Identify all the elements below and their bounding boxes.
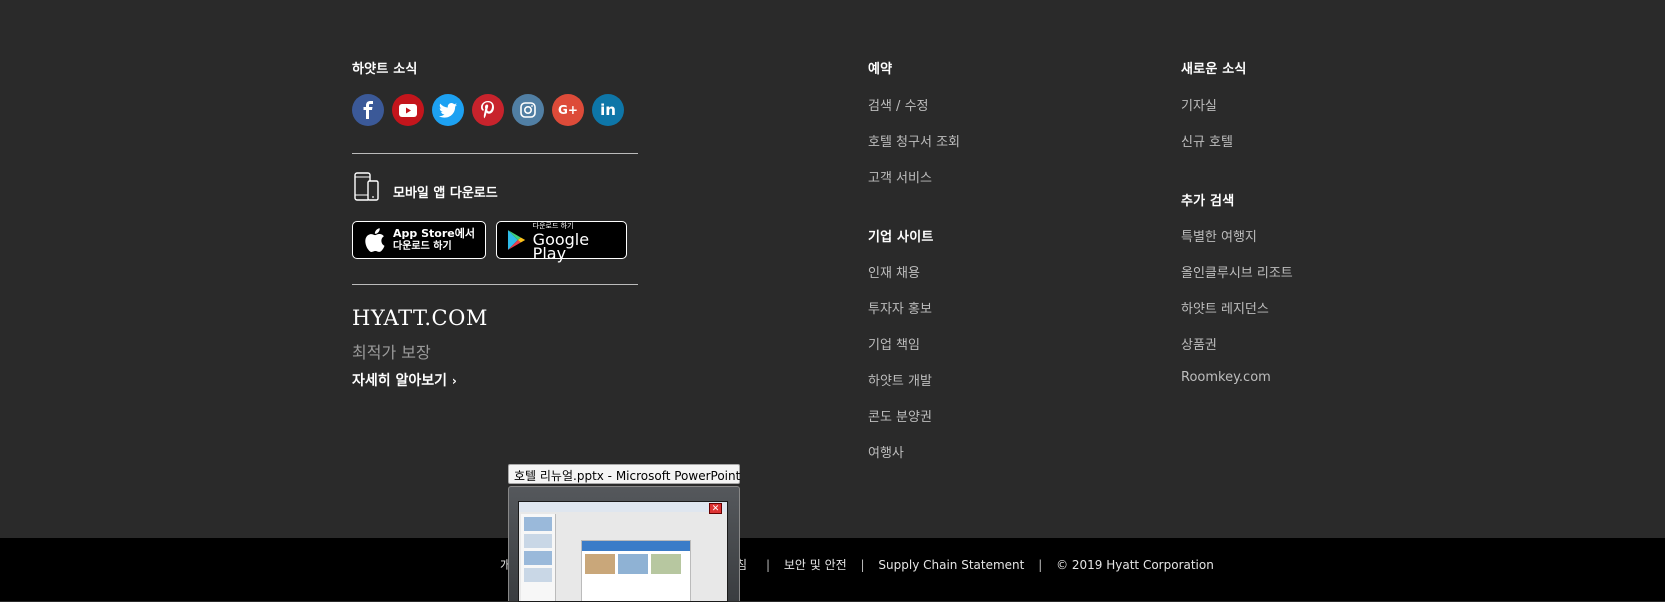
safety-security-link[interactable]: 보안 및 안전 <box>784 558 847 572</box>
whats-new-title: 새로운 소식 <box>1181 62 1247 77</box>
mobile-devices-icon <box>354 172 379 201</box>
more-search-title: 추가 검색 <box>1181 194 1235 209</box>
social-links: G+ in <box>352 94 624 126</box>
customer-service-link[interactable]: 고객 서비스 <box>868 167 932 186</box>
chevron-right-icon: › <box>451 374 457 388</box>
hotel-bill-link[interactable]: 호텔 청구서 조회 <box>868 131 960 150</box>
app-store-line1: App Store에서 <box>393 227 475 240</box>
corporate-title: 기업 사이트 <box>868 230 934 245</box>
special-destinations-link[interactable]: 특별한 여행지 <box>1181 226 1257 245</box>
roomkey-link[interactable]: Roomkey.com <box>1181 370 1271 385</box>
reservation-title: 예약 <box>868 62 893 77</box>
window-thumbnail <box>518 501 728 602</box>
corporate-responsibility-link[interactable]: 기업 책임 <box>868 334 920 353</box>
apple-icon <box>365 228 385 252</box>
investor-relations-link[interactable]: 투자자 홍보 <box>868 298 932 317</box>
new-hotels-link[interactable]: 신규 호텔 <box>1181 131 1233 150</box>
hyatt-logo[interactable]: HYATT.COM <box>352 306 488 330</box>
taskbar-window-preview[interactable]: ✕ <box>508 486 740 602</box>
app-store-button[interactable]: App Store에서 다운로드 하기 <box>352 221 486 259</box>
supply-chain-link[interactable]: Supply Chain Statement <box>878 558 1024 572</box>
twitter-icon[interactable] <box>432 94 464 126</box>
separator: | <box>860 558 865 572</box>
google-play-button[interactable]: 다운로드 하기 Google Play <box>496 221 627 263</box>
app-store-line2: 다운로드 하기 <box>393 241 452 252</box>
news-title: 하얏트 소식 <box>352 62 418 77</box>
google-play-label: Google Play <box>532 230 590 263</box>
best-rate-guarantee: 최적가 보장 <box>352 343 431 362</box>
learn-more-link[interactable]: 자세히 알아보기 › <box>352 370 457 390</box>
copyright-text: © 2019 Hyatt Corporation <box>1056 558 1214 572</box>
close-icon[interactable]: ✕ <box>709 503 722 514</box>
newsroom-link[interactable]: 기자실 <box>1181 95 1217 114</box>
legal-links: | 보안 및 안전 | Supply Chain Statement | © 2… <box>756 556 1214 573</box>
instagram-icon[interactable] <box>512 94 544 126</box>
footer-main <box>0 0 1665 538</box>
learn-more-label: 자세히 알아보기 <box>352 373 448 389</box>
mobile-app-label: 모바일 앱 다운로드 <box>393 186 498 201</box>
hyatt-residences-link[interactable]: 하얏트 레지던스 <box>1181 298 1269 317</box>
search-modify-link[interactable]: 검색 / 수정 <box>868 95 929 114</box>
facebook-icon[interactable] <box>352 94 384 126</box>
google-plus-icon[interactable]: G+ <box>552 94 584 126</box>
divider <box>352 284 638 285</box>
travel-agents-link[interactable]: 여행사 <box>868 442 904 461</box>
divider <box>352 153 638 154</box>
careers-link[interactable]: 인재 채용 <box>868 262 920 281</box>
separator: | <box>1038 558 1043 572</box>
timeshare-link[interactable]: 콘도 분양권 <box>868 406 932 425</box>
gift-cards-link[interactable]: 상품권 <box>1181 334 1217 353</box>
pinterest-icon[interactable] <box>472 94 504 126</box>
separator: | <box>766 558 771 572</box>
linkedin-icon[interactable]: in <box>592 94 624 126</box>
all-inclusive-link[interactable]: 올인클루시브 리조트 <box>1181 262 1293 281</box>
window-title-tooltip: 호텔 리뉴얼.pptx - Microsoft PowerPoint <box>508 464 740 484</box>
google-play-icon <box>507 230 526 250</box>
youtube-icon[interactable] <box>392 94 424 126</box>
hyatt-development-link[interactable]: 하얏트 개발 <box>868 370 932 389</box>
